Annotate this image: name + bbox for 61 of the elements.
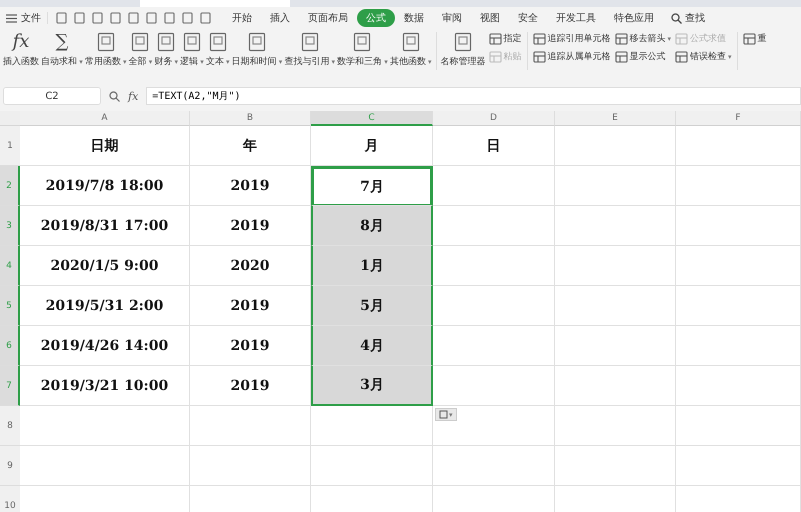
ribbon-button[interactable]: 名称管理器 [440,32,486,68]
toolbar-icon [614,32,628,44]
ribbon-button[interactable]: fx 插入函数 [2,32,40,68]
table-cell: 4月 [311,326,433,366]
ribbon-tab[interactable]: 开发工具 [547,9,605,27]
table-cell: 2019 [190,286,311,326]
table-cell: 日期 [20,126,190,166]
formula-field[interactable]: =TEXT(A2,"M月") [146,87,801,105]
zoom-icon[interactable] [109,90,120,102]
table-cell: 2020/1/5 9:00 [20,246,190,286]
table-cell: 2019 [190,366,311,406]
column-header[interactable]: A [20,111,190,126]
column-header[interactable]: B [190,111,311,126]
name-box[interactable]: C2 [3,87,101,105]
toolbar-icon [675,32,688,44]
table-cell: 2020 [190,246,311,286]
table-cell: 年 [190,126,311,166]
column-header[interactable]: D [433,111,555,126]
ribbon-tab[interactable]: 特色应用 [605,9,663,27]
ribbon-button[interactable]: 追踪从属单元格 [532,50,610,63]
table-cell: 日 [433,126,555,166]
table-cell: 2019/4/26 14:00 [20,326,190,366]
menu-icon [6,14,17,22]
search-icon [671,12,682,24]
table-cell: 8月 [311,206,433,246]
table-cell: 1月 [311,246,433,286]
toolbar-icon [532,50,546,62]
column-header[interactable]: E [555,111,676,126]
ribbon-tab[interactable]: 数据 [395,9,433,27]
ribbon-button[interactable]: 重 [742,32,767,45]
table-cell: 2019 [190,166,311,206]
toolbar-icon [532,32,546,44]
table-cell: 2019/5/31 2:00 [20,286,190,326]
toolbar-icon [742,32,756,44]
ribbon-tab[interactable]: 插入 [261,9,299,27]
column-header[interactable]: F [676,111,801,126]
ribbon-button[interactable]: 显示公式 [614,50,672,63]
table-cell: 7月 [311,166,433,206]
table-cell: 2019/7/8 18:00 [20,166,190,206]
table-cell: 2019 [190,206,311,246]
table-cell: 2019 [190,326,311,366]
toolbar-icon [488,50,502,62]
ribbon-button[interactable]: 指定 [488,32,522,45]
table-cell: 5月 [311,286,433,326]
toolbar-icon [675,50,688,62]
function-label[interactable]: fx [128,90,138,102]
file-menu[interactable]: 文件 [6,11,47,25]
toolbar-icon [488,32,502,44]
ribbon-tab[interactable]: 安全 [509,9,547,27]
table-cell: 2019/3/21 10:00 [20,366,190,406]
table-cell: 2019/8/31 17:00 [20,206,190,246]
ribbon-button[interactable]: 追踪引用单元格 [532,32,610,45]
ribbon-tab[interactable]: 页面布局 [299,9,357,27]
ribbon-tab[interactable]: 开始 [223,9,261,27]
clipboard-icon [439,410,448,419]
table-cell: 3月 [311,366,433,406]
ribbon-tab[interactable]: 审阅 [433,9,471,27]
ribbon-tab[interactable]: 视图 [471,9,509,27]
search-button[interactable]: 查找 [663,9,714,27]
table-cell: 月 [311,126,433,166]
toolbar-icon [614,50,628,62]
